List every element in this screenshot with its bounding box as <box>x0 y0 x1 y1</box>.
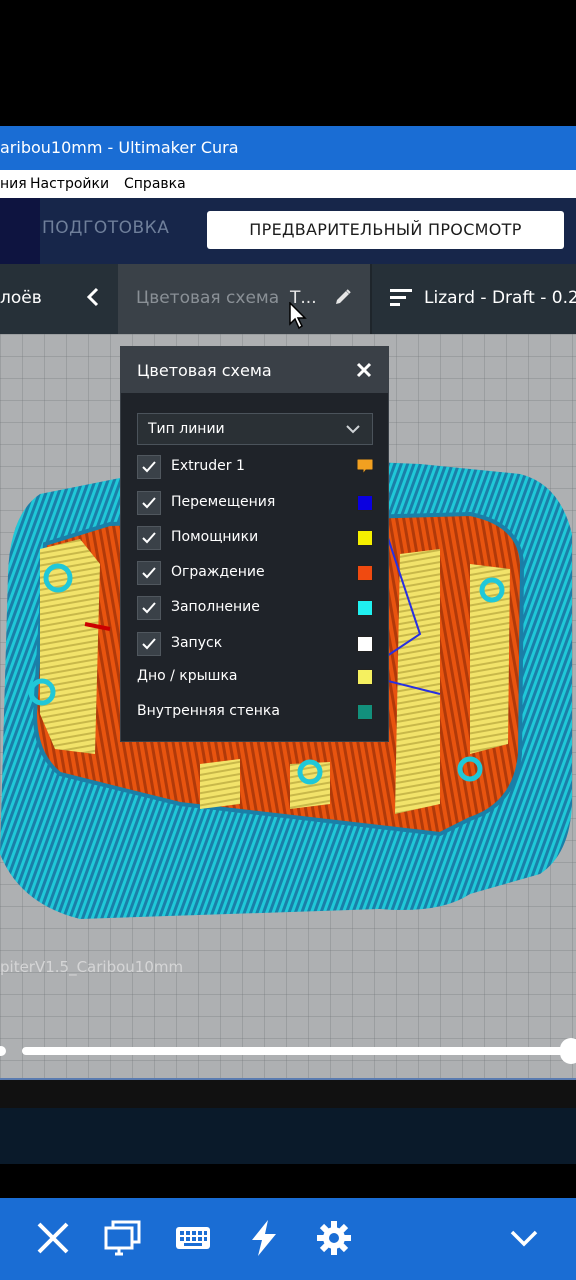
checkbox[interactable] <box>137 596 161 620</box>
checkbox[interactable] <box>137 491 161 515</box>
tab-prepare[interactable]: ПОДГОТОВКА <box>42 218 169 238</box>
lightning-icon[interactable] <box>244 1218 284 1258</box>
gear-icon[interactable] <box>314 1218 354 1258</box>
layer-view-label[interactable]: лоёв <box>0 288 42 308</box>
checkmark-icon <box>142 461 156 473</box>
screen-band <box>0 1164 576 1198</box>
window-title-bar: aribou10mm - Ultimaker Cura <box>0 126 576 170</box>
legend-row-extruder[interactable]: Extruder 1 <box>137 455 374 479</box>
print-settings-icon[interactable] <box>390 288 412 308</box>
model-name-label: piterV1.5_Caribou10mm <box>0 958 184 976</box>
legend-row-infill[interactable]: Заполнение <box>137 596 373 620</box>
legend-row-travel[interactable]: Перемещения <box>137 491 373 515</box>
checkbox[interactable] <box>137 561 161 585</box>
legend-label: Помощники <box>171 529 259 545</box>
color-swatch <box>357 600 373 616</box>
panel-title: Цветовая схема <box>137 361 272 380</box>
color-swatch <box>357 636 373 652</box>
checkmark-icon <box>142 602 156 614</box>
tab-preview[interactable]: ПРЕДВАРИТЕЛЬНЫЙ ПРОСМОТР <box>207 211 564 249</box>
chevron-left-icon[interactable] <box>84 286 102 308</box>
color-swatch <box>357 669 373 685</box>
color-scheme-select[interactable]: Тип линии <box>137 413 373 445</box>
legend-row-helpers[interactable]: Помощники <box>137 526 373 550</box>
color-swatch <box>357 495 373 511</box>
legend-label: Перемещения <box>171 494 276 510</box>
legend-row-top-bottom: Дно / крышка <box>137 665 373 689</box>
stage-bar: ПОДГОТОВКА ПРЕДВАРИТЕЛЬНЫЙ ПРОСМОТР <box>0 198 576 264</box>
screens-icon[interactable] <box>103 1218 143 1258</box>
menu-item-settings[interactable]: Настройки <box>30 170 109 198</box>
color-scheme-button[interactable]: Цветовая схема Т... <box>118 264 370 334</box>
print-profile-label[interactable]: Lizard - Draft - 0.2mm <box>424 288 576 308</box>
color-swatch <box>357 704 373 720</box>
color-swatch <box>357 565 373 581</box>
toolbar-divider <box>370 264 372 334</box>
checkmark-icon <box>142 567 156 579</box>
checkbox[interactable] <box>137 455 161 479</box>
legend-label: Ограждение <box>171 564 265 580</box>
view-toolbar: лоёв Цветовая схема Т... Lizard - Draft … <box>0 264 576 334</box>
legend-label: Внутренняя стенка <box>137 703 280 719</box>
legend-label: Запуск <box>171 635 223 651</box>
stage-bar-shade <box>0 198 40 264</box>
keyboard-icon[interactable] <box>173 1218 213 1258</box>
legend-label: Заполнение <box>171 599 260 615</box>
legend-row-shell[interactable]: Ограждение <box>137 561 373 585</box>
legend-row-starts[interactable]: Запуск <box>137 632 373 656</box>
checkbox[interactable] <box>137 526 161 550</box>
layer-slider-track[interactable] <box>22 1047 570 1055</box>
legend-label: Дно / крышка <box>137 668 238 684</box>
window-title: aribou10mm - Ultimaker Cura <box>0 138 239 157</box>
legend-label: Extruder 1 <box>171 458 245 474</box>
close-icon[interactable] <box>33 1218 73 1258</box>
menu-item-help[interactable]: Справка <box>124 170 186 198</box>
chevron-down-icon[interactable] <box>504 1218 544 1258</box>
close-icon[interactable] <box>355 361 373 379</box>
color-scheme-label: Цветовая схема <box>136 288 280 308</box>
checkbox[interactable] <box>137 632 161 656</box>
menu-bar: ния Настройки Справка <box>0 170 576 198</box>
pencil-icon <box>336 289 351 304</box>
extruder-swatch-icon <box>356 458 374 476</box>
checkmark-icon <box>142 532 156 544</box>
color-scheme-select-value: Тип линии <box>148 421 225 437</box>
mouse-cursor-icon <box>289 302 307 330</box>
menu-item-extensions[interactable]: ния <box>0 170 27 198</box>
checkmark-icon <box>142 497 156 509</box>
screen-band <box>0 1080 576 1108</box>
color-swatch <box>357 530 373 546</box>
remote-toolbar <box>0 1198 576 1280</box>
screen-band <box>0 1108 576 1164</box>
color-scheme-panel: Цветовая схема Тип линии Extruder 1 Пере… <box>120 346 389 742</box>
legend-row-inner-wall: Внутренняя стенка <box>137 700 373 724</box>
panel-header: Цветовая схема <box>121 347 388 393</box>
chevron-down-icon <box>346 425 360 434</box>
checkmark-icon <box>142 638 156 650</box>
layer-slider-handle-end[interactable] <box>560 1038 576 1064</box>
